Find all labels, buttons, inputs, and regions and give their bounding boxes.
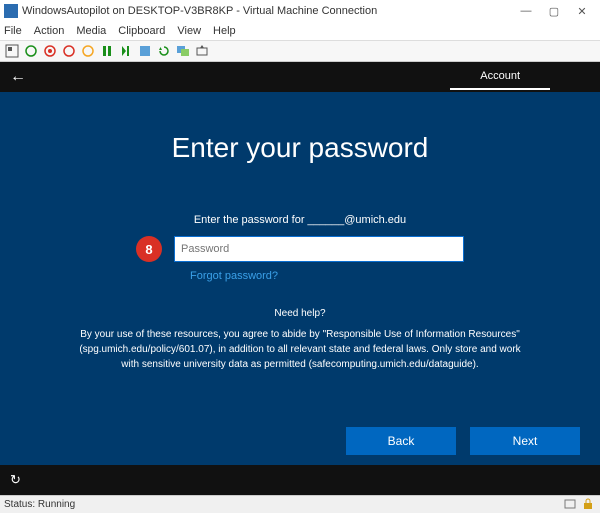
menubar: File Action Media Clipboard View Help bbox=[0, 22, 600, 40]
menu-clipboard[interactable]: Clipboard bbox=[118, 25, 165, 37]
maximize-button[interactable]: ▢ bbox=[540, 5, 568, 18]
close-button[interactable]: ✕ bbox=[568, 5, 596, 18]
forgot-password-link[interactable]: Forgot password? bbox=[190, 270, 560, 282]
window-title: WindowsAutopilot on DESKTOP-V3BR8KP - Vi… bbox=[22, 5, 377, 17]
status-tray bbox=[564, 498, 596, 512]
step-label: Account bbox=[450, 64, 550, 90]
accessibility-icon[interactable]: ↻ bbox=[10, 472, 21, 488]
page-heading: Enter your password bbox=[40, 132, 560, 164]
oobe-header: ← Account bbox=[0, 62, 600, 92]
oobe-body: Enter your password Enter the password f… bbox=[0, 92, 600, 465]
app-icon bbox=[4, 4, 18, 18]
legal-text: By your use of these resources, you agre… bbox=[70, 327, 530, 372]
status-text: Status: Running bbox=[4, 499, 75, 510]
vm-display: ← Account Enter your password Enter the … bbox=[0, 62, 600, 495]
tray-icon-1 bbox=[564, 498, 578, 512]
annotation-badge: 8 bbox=[136, 236, 162, 262]
pause-icon[interactable] bbox=[99, 43, 115, 59]
reset-icon[interactable] bbox=[118, 43, 134, 59]
minimize-button[interactable]: — bbox=[512, 5, 540, 17]
statusbar: Status: Running bbox=[0, 495, 600, 513]
need-help-label: Need help? bbox=[70, 306, 530, 321]
password-prompt: Enter the password for ______@umich.edu bbox=[40, 214, 560, 226]
next-button[interactable]: Next bbox=[470, 427, 580, 455]
enhanced-icon[interactable] bbox=[175, 43, 191, 59]
oobe-footer: ↻ bbox=[0, 465, 600, 495]
start-icon[interactable] bbox=[23, 43, 39, 59]
back-arrow-icon[interactable]: ← bbox=[10, 68, 26, 86]
turnoff-icon[interactable] bbox=[42, 43, 58, 59]
ctrl-alt-del-icon[interactable] bbox=[4, 43, 20, 59]
toolbar bbox=[0, 40, 600, 62]
lock-icon bbox=[582, 498, 596, 512]
help-block: Need help? By your use of these resource… bbox=[40, 306, 560, 372]
menu-file[interactable]: File bbox=[4, 25, 22, 37]
window-titlebar: WindowsAutopilot on DESKTOP-V3BR8KP - Vi… bbox=[0, 0, 600, 22]
menu-media[interactable]: Media bbox=[76, 25, 106, 37]
save-icon[interactable] bbox=[80, 43, 96, 59]
password-input[interactable] bbox=[174, 236, 464, 262]
menu-action[interactable]: Action bbox=[34, 25, 65, 37]
share-icon[interactable] bbox=[194, 43, 210, 59]
checkpoint-icon[interactable] bbox=[137, 43, 153, 59]
revert-icon[interactable] bbox=[156, 43, 172, 59]
menu-help[interactable]: Help bbox=[213, 25, 236, 37]
back-button[interactable]: Back bbox=[346, 427, 456, 455]
menu-view[interactable]: View bbox=[177, 25, 201, 37]
shutdown-icon[interactable] bbox=[61, 43, 77, 59]
